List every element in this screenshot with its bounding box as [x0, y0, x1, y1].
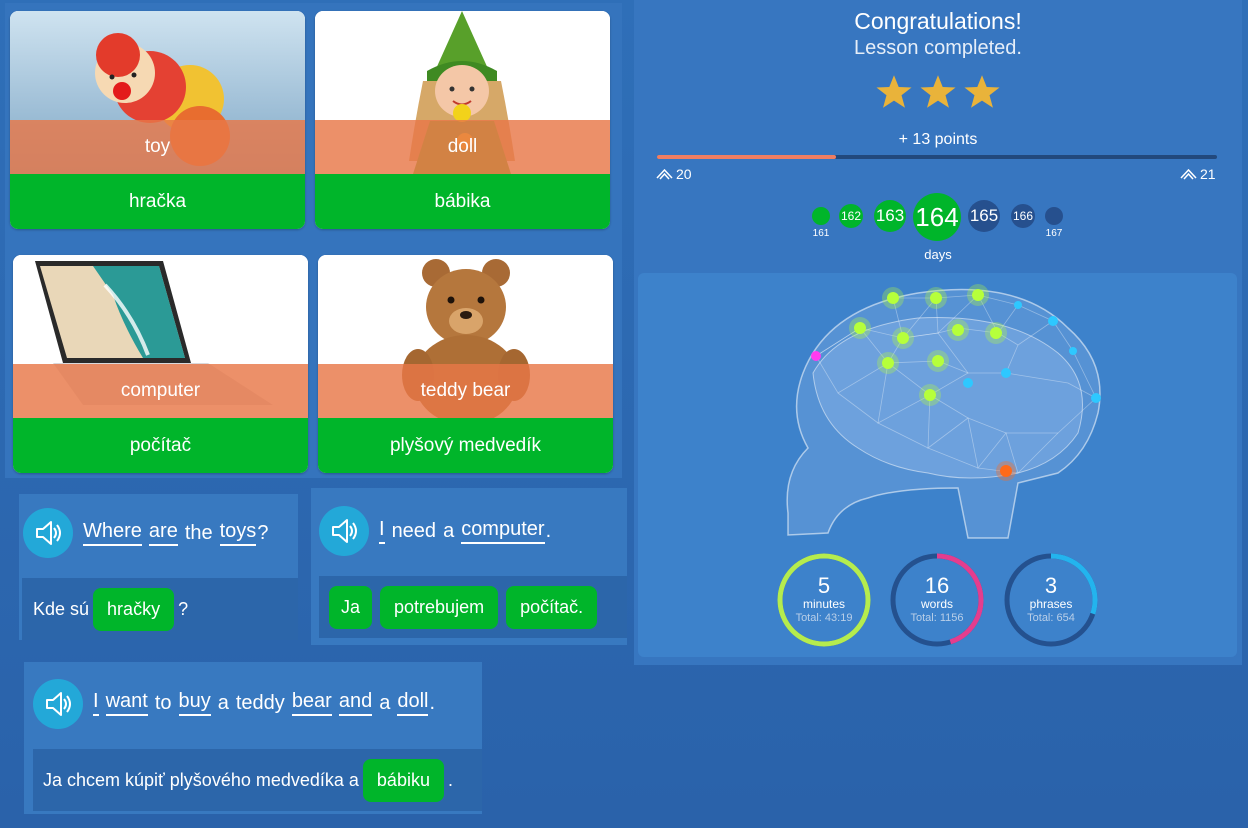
card-word: computer — [13, 364, 308, 418]
stat-phrases-unit: phrases — [1029, 597, 1073, 611]
answer-chip[interactable]: počítač. — [506, 585, 598, 629]
word-card-teddy-bear[interactable]: teddy bear plyšový medvedík — [318, 255, 613, 473]
sentence-translation-1: Kde sú hračky ? — [22, 578, 298, 640]
card-translation: hračka — [10, 174, 305, 229]
stat-phrases-total: Total: 654 — [1027, 612, 1075, 624]
level-next-value: 21 — [1200, 166, 1216, 182]
sentence-translation-2: Ja potrebujem počítač. — [319, 576, 627, 638]
card-word: doll — [315, 120, 610, 174]
level-progress-fill — [657, 155, 837, 159]
streak-day-label: 167 — [1045, 228, 1063, 239]
sentence-word[interactable]: I — [93, 690, 99, 716]
level-current-value: 20 — [676, 166, 692, 182]
stat-words: 16 words Total: 1156 — [889, 552, 985, 648]
sentence-word[interactable]: computer — [461, 518, 545, 544]
sentence-word: need — [391, 519, 437, 542]
translation-text: Ja chcem kúpiť plyšového medvedíka a — [43, 769, 359, 790]
translation-text: ? — [178, 598, 189, 619]
stat-minutes: 5 minutes Total: 43:19 — [776, 552, 872, 648]
translation-text: . — [447, 769, 453, 790]
stat-words-unit: words — [920, 597, 953, 611]
sentence-word[interactable]: I — [379, 518, 385, 544]
stat-words-total: Total: 1156 — [910, 612, 964, 624]
chevron-up-icon — [1180, 168, 1197, 180]
chevron-up-icon — [656, 168, 673, 180]
stat-words-value: 16 — [924, 573, 950, 598]
star-icon — [876, 75, 912, 108]
stat-minutes-value: 5 — [817, 573, 831, 598]
sentence-word[interactable]: doll — [397, 690, 429, 716]
result-title: Congratulations! — [854, 8, 1022, 34]
stars-rating — [634, 74, 1242, 110]
sentence-english-1: Where are the toys ? — [83, 520, 275, 546]
streak-day: 166 — [1011, 204, 1035, 228]
word-card-toy[interactable]: toy hračka — [10, 11, 305, 229]
brain-stats-card: 5 minutes Total: 43:19 16 words Total: 1… — [638, 273, 1237, 657]
star-icon — [920, 75, 956, 108]
sentence-english-3: I want to buy a teddy bear and a doll . — [93, 690, 442, 716]
sentence-word: a — [217, 691, 229, 714]
stat-phrases-value: 3 — [1044, 573, 1058, 598]
sentence-translation-3: Ja chcem kúpiť plyšového medvedíka a báb… — [33, 749, 482, 811]
points-earned: + 13 points — [898, 131, 978, 148]
stat-phrases: 3 phrases Total: 654 — [1003, 552, 1099, 648]
answer-chip[interactable]: Ja — [329, 585, 373, 629]
brain-illustration — [786, 284, 1101, 539]
streak-day: 165 — [968, 200, 1000, 232]
sentence-english-2: I need a computer . — [379, 518, 558, 544]
streak-day-label: 161 — [812, 228, 830, 239]
streak-day-161 — [812, 207, 830, 225]
translation-text: Kde sú — [33, 598, 90, 619]
result-subtitle: Lesson completed. — [854, 37, 1022, 59]
card-translation: bábika — [315, 174, 610, 229]
stat-minutes-total: Total: 43:19 — [795, 612, 853, 624]
streak-day: 162 — [839, 204, 863, 228]
sentence-word[interactable]: want — [105, 690, 148, 716]
word-card-doll[interactable]: doll bábika — [315, 11, 610, 229]
sentence-word[interactable]: bear — [291, 690, 332, 716]
level-current: 20 — [656, 166, 692, 182]
speaker-icon[interactable] — [23, 508, 73, 558]
sentence-word[interactable]: and — [338, 690, 373, 716]
card-word: teddy bear — [318, 364, 613, 418]
streak-day-current: 164 — [913, 193, 961, 241]
sentence-word: a — [443, 519, 455, 542]
answer-chip[interactable]: bábiku — [362, 758, 444, 802]
streak-days-label: days — [924, 247, 952, 262]
card-translation: počítač — [13, 418, 308, 473]
sentence-word[interactable]: Where — [83, 520, 142, 546]
star-icon — [964, 75, 1000, 108]
sentence-punctuation: ? — [257, 521, 269, 544]
sentence-word[interactable]: buy — [178, 690, 211, 716]
speaker-icon[interactable] — [33, 679, 83, 729]
card-word: toy — [10, 120, 305, 174]
card-translation: plyšový medvedík — [318, 418, 613, 473]
word-card-computer[interactable]: computer počítač — [13, 255, 308, 473]
streak-day: 163 — [874, 200, 906, 232]
level-next: 21 — [1180, 166, 1216, 182]
sentence-punctuation: . — [545, 519, 552, 542]
sentence-word: teddy — [235, 691, 285, 714]
speaker-icon[interactable] — [319, 506, 369, 556]
level-progress-bar — [657, 155, 1217, 159]
sentence-word[interactable]: toys — [219, 520, 257, 546]
sentence-word[interactable]: are — [148, 520, 178, 546]
sentence-word: the — [184, 521, 213, 544]
answer-chip[interactable]: potrebujem — [380, 585, 499, 629]
sentence-word: a — [379, 691, 391, 714]
sentence-punctuation: . — [429, 691, 436, 714]
stat-minutes-unit: minutes — [802, 597, 846, 611]
lesson-result-panel: Congratulations! Lesson completed. + 13 … — [634, 0, 1242, 665]
streak-day-167 — [1045, 207, 1063, 225]
answer-chip[interactable]: hračky — [93, 587, 175, 631]
sentence-word: to — [154, 691, 172, 714]
